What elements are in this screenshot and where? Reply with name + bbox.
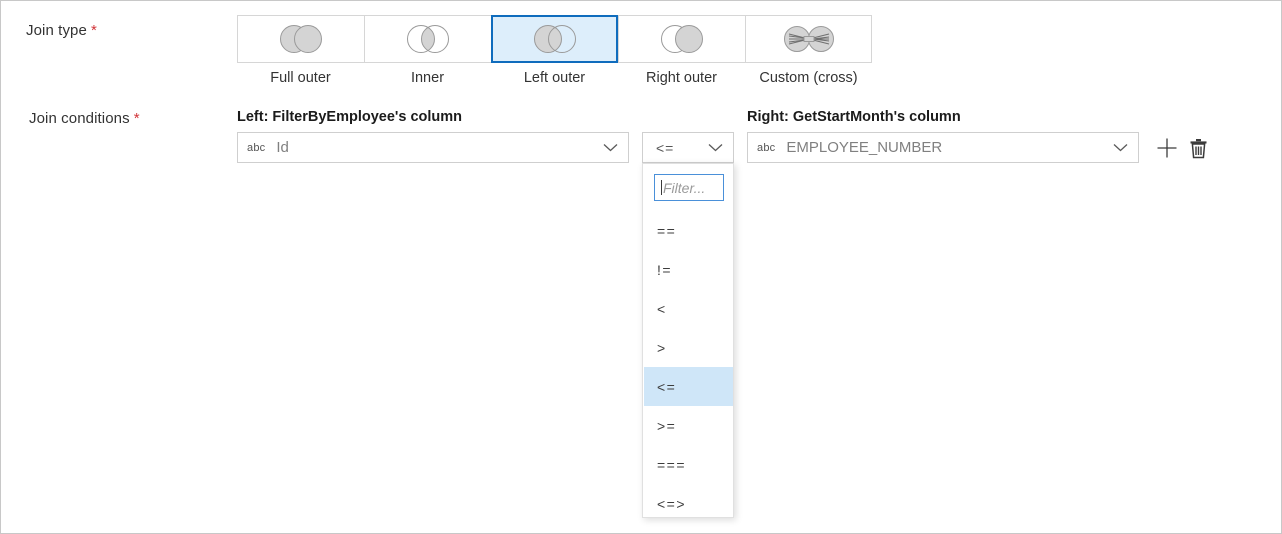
join-type-label-full-outer: Full outer bbox=[270, 70, 331, 86]
join-type-tile-custom-cross[interactable] bbox=[745, 15, 872, 63]
join-type-label-left-outer: Left outer bbox=[523, 70, 586, 86]
right-column-value: EMPLOYEE_NUMBER bbox=[786, 139, 943, 156]
operator-option-equals[interactable]: == bbox=[644, 211, 733, 250]
operator-dropdown-flyout: Filter... == != < > <= >= === <=> bbox=[642, 163, 734, 518]
chevron-down-icon bbox=[603, 144, 618, 152]
join-type-option-left-outer[interactable]: Left outer bbox=[491, 15, 618, 86]
join-type-tile-right-outer[interactable] bbox=[618, 15, 745, 63]
join-type-option-full-outer[interactable]: Full outer bbox=[237, 15, 364, 86]
operator-option-label: <=> bbox=[657, 495, 687, 512]
operator-combobox[interactable]: <= bbox=[642, 132, 734, 163]
join-type-label: Join type * bbox=[26, 22, 97, 39]
join-type-tile-inner[interactable] bbox=[364, 15, 491, 63]
join-conditions-label-text: Join conditions bbox=[29, 110, 130, 127]
venn-left-outer-icon bbox=[533, 25, 576, 53]
venn-custom-cross-icon bbox=[783, 26, 834, 52]
delete-icon bbox=[1190, 138, 1206, 158]
operator-option-label: === bbox=[657, 456, 687, 473]
left-column-value: Id bbox=[276, 139, 289, 156]
operator-option-label: >= bbox=[657, 417, 677, 434]
operator-option-label: > bbox=[657, 339, 667, 356]
operator-option-label: <= bbox=[657, 378, 677, 395]
delete-condition-button[interactable] bbox=[1186, 136, 1210, 160]
venn-full-outer-icon bbox=[280, 25, 322, 53]
operator-option-less-than[interactable]: < bbox=[644, 289, 733, 328]
left-column-type-badge: abc bbox=[247, 141, 266, 154]
join-conditions-required-asterisk: * bbox=[133, 110, 140, 127]
join-type-tile-left-outer[interactable] bbox=[491, 15, 618, 63]
operator-filter-input[interactable]: Filter... bbox=[654, 174, 724, 201]
right-column-combobox[interactable]: abc EMPLOYEE_NUMBER bbox=[747, 132, 1139, 163]
join-type-option-right-outer[interactable]: Right outer bbox=[618, 15, 745, 86]
operator-option-greater-than[interactable]: > bbox=[644, 328, 733, 367]
venn-inner-icon bbox=[407, 25, 449, 53]
operator-option-label: == bbox=[657, 222, 677, 239]
add-condition-button[interactable] bbox=[1155, 136, 1179, 160]
join-type-label-inner: Inner bbox=[410, 70, 445, 86]
join-type-label-right-outer: Right outer bbox=[646, 70, 717, 86]
join-configuration-panel: Join type * Full outer Inner Left outer … bbox=[0, 0, 1282, 534]
add-icon bbox=[1157, 138, 1177, 158]
join-type-required-asterisk: * bbox=[90, 22, 97, 39]
join-type-tile-full-outer[interactable] bbox=[237, 15, 364, 63]
left-column-heading: Left: FilterByEmployee's column bbox=[237, 109, 463, 125]
text-caret bbox=[661, 180, 662, 195]
operator-option-label: != bbox=[657, 261, 673, 278]
right-column-heading: Right: GetStartMonth's column bbox=[747, 109, 961, 125]
venn-right-outer-icon bbox=[661, 25, 703, 53]
operator-option-not-equals[interactable]: != bbox=[644, 250, 733, 289]
chevron-down-icon bbox=[1113, 144, 1128, 152]
join-type-label-custom-cross: Custom (cross) bbox=[759, 70, 858, 86]
operator-option-strict-equals[interactable]: === bbox=[644, 445, 733, 484]
operator-option-greater-than-equals[interactable]: >= bbox=[644, 406, 733, 445]
operator-filter-placeholder: Filter... bbox=[663, 179, 706, 196]
operator-option-label: < bbox=[657, 300, 667, 317]
chevron-down-icon bbox=[708, 144, 723, 152]
join-type-label-text: Join type bbox=[26, 22, 87, 39]
operator-option-null-safe-equals[interactable]: <=> bbox=[644, 484, 733, 517]
left-column-combobox[interactable]: abc Id bbox=[237, 132, 629, 163]
join-conditions-label: Join conditions * bbox=[29, 110, 140, 127]
join-type-option-group: Full outer Inner Left outer Right outer … bbox=[237, 15, 872, 86]
operator-value: <= bbox=[656, 139, 675, 156]
right-column-type-badge: abc bbox=[757, 141, 776, 154]
join-type-option-custom-cross[interactable]: Custom (cross) bbox=[745, 15, 872, 86]
join-type-option-inner[interactable]: Inner bbox=[364, 15, 491, 86]
operator-option-less-than-equals[interactable]: <= bbox=[644, 367, 733, 406]
